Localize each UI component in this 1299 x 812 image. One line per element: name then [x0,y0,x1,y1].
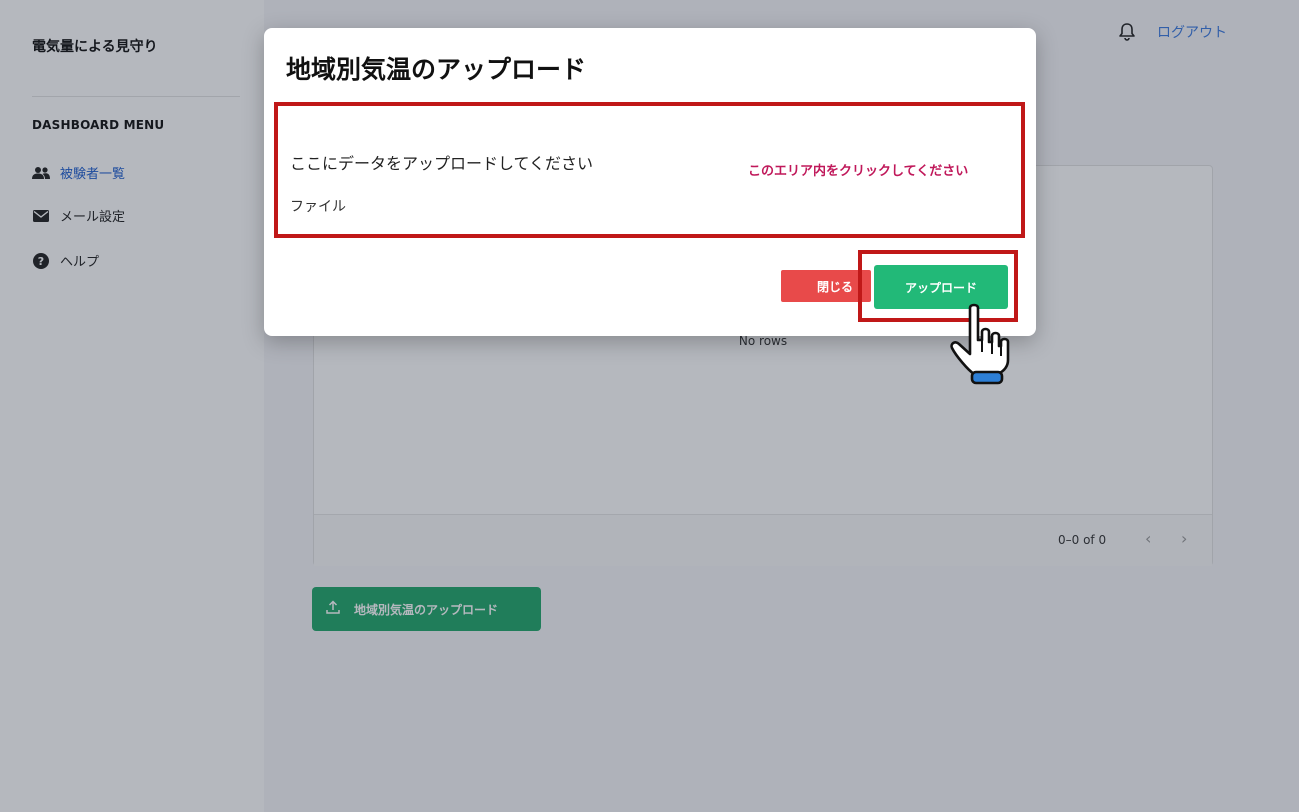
dropzone-hint: このエリア内をクリックしてください [748,164,969,179]
dialog-title: 地域別気温のアップロード [286,55,587,84]
pointing-hand-icon [946,302,1016,386]
dropzone-instruction: ここにデータをアップロードしてください [290,154,594,173]
file-dropzone[interactable]: ここにデータをアップロードしてください ファイル このエリア内をクリックしてくだ… [274,102,1025,238]
close-button[interactable]: 閉じる [781,270,871,302]
upload-dialog: 地域別気温のアップロード ここにデータをアップロードしてください ファイル この… [264,28,1036,336]
dropzone-file-label: ファイル [290,199,346,215]
